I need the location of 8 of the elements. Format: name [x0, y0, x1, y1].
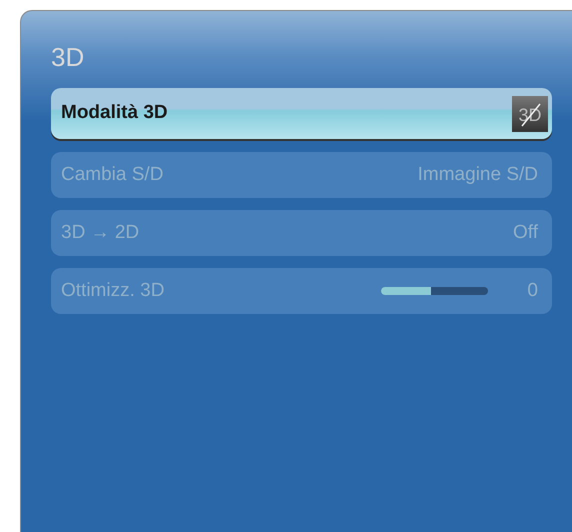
item-label: Cambia S/D: [61, 162, 164, 187]
item-label: Ottimizz. 3D: [61, 278, 164, 303]
item-value: Off: [513, 220, 538, 245]
item-label: Modalità 3D: [61, 101, 168, 126]
item-label: 3D → 2D: [61, 220, 140, 245]
item-value: Immagine S/D: [418, 162, 538, 187]
item-value: 0: [526, 278, 538, 303]
menu-title: 3D: [51, 41, 84, 74]
